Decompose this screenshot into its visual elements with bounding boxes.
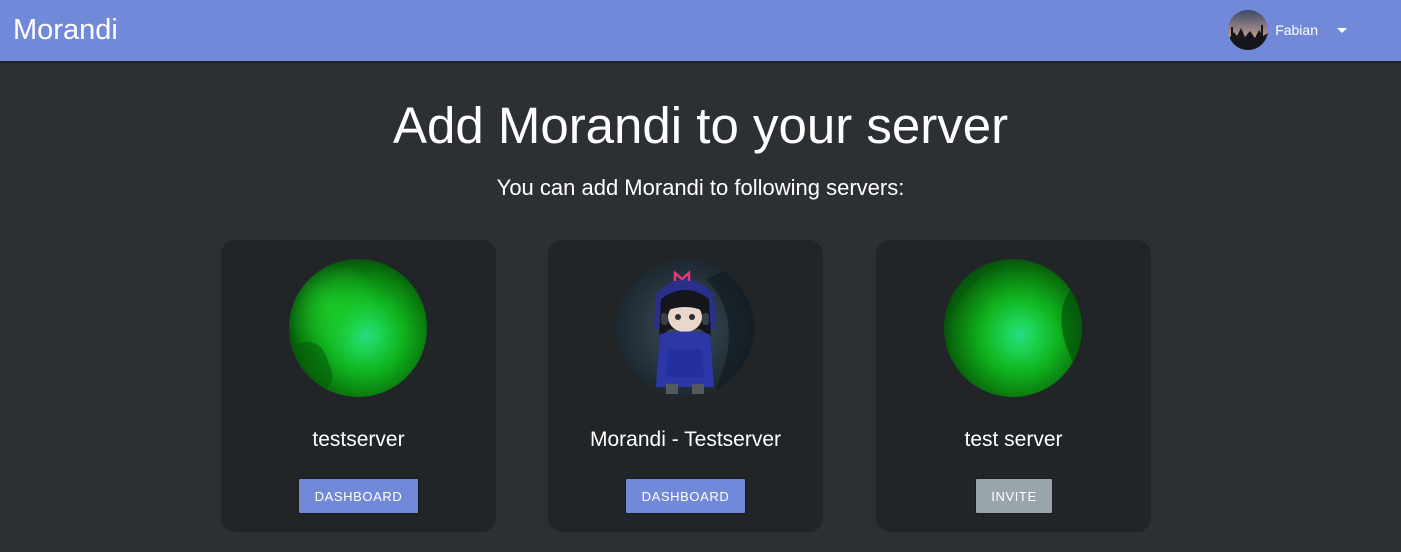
invite-button[interactable]: INVITE [975,478,1053,514]
server-card-testserver: testserver DASHBOARD [221,240,496,532]
username: Fabian [1275,22,1318,38]
anime-character-server-icon [616,259,754,397]
server-name: testserver [312,428,405,451]
user-menu[interactable]: Fabian [1228,10,1347,50]
brand-logo[interactable]: Morandi [13,12,118,48]
green-gradient-server-icon [289,259,427,397]
dashboard-button[interactable]: DASHBOARD [298,478,419,514]
green-gradient-server-icon [944,259,1082,397]
page-subtitle: You can add Morandi to following servers… [496,175,905,200]
page-title: Add Morandi to your server [392,97,1009,154]
server-card-test-server: test server INVITE [876,240,1151,532]
server-name: test server [964,428,1063,451]
top-navbar: Morandi Fabian [0,0,1401,63]
server-name: Morandi - Testserver [589,428,781,451]
caret-down-icon [1337,28,1347,33]
user-avatar [1228,10,1269,50]
server-card-morandi-testserver: Morandi - Testserver DASHBOARD [548,240,823,532]
dashboard-button[interactable]: DASHBOARD [625,478,746,514]
